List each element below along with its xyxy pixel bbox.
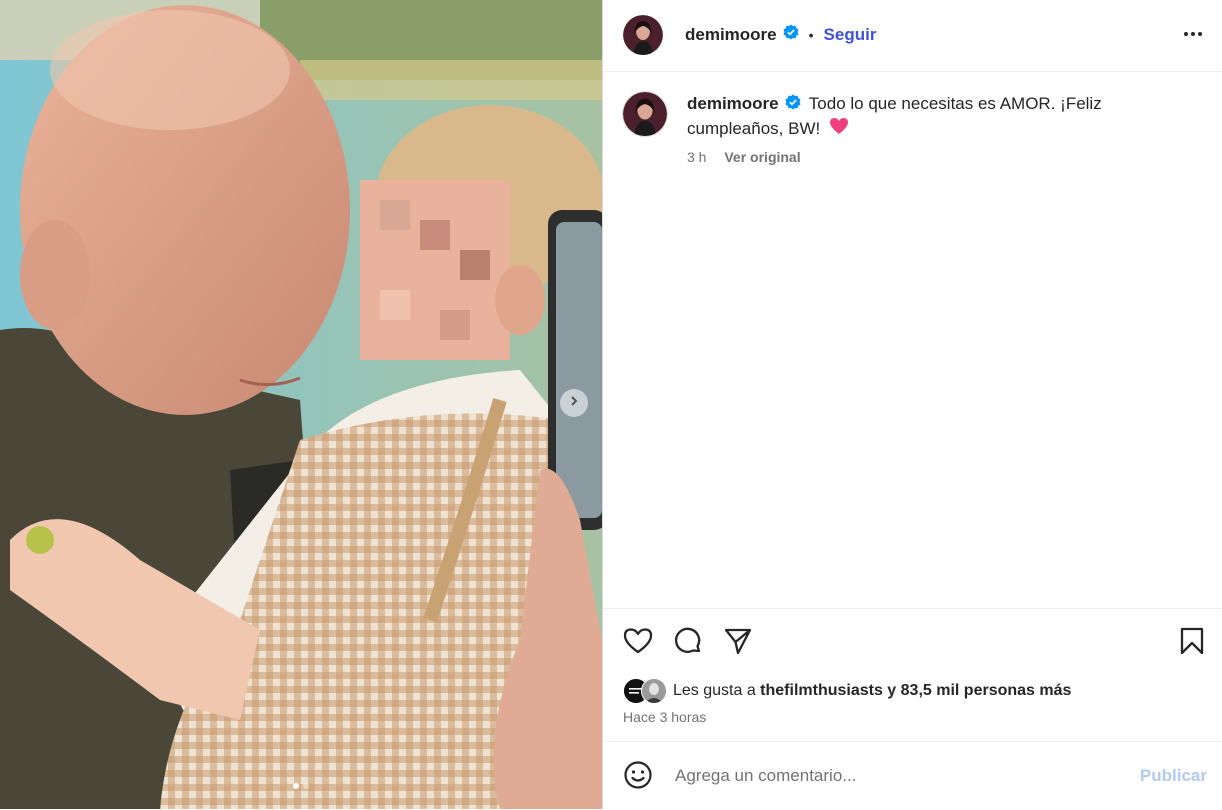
post-actions-section: Les gusta a thefilmthusiasts y 83,5 mil … [603, 608, 1222, 809]
header-user-row: demimoore • Seguir [685, 24, 876, 45]
carousel-indicator [0, 783, 602, 789]
separator: • [808, 26, 814, 43]
comment-input[interactable] [673, 760, 1117, 792]
carousel-dot [293, 783, 299, 789]
avatar[interactable] [623, 15, 663, 55]
post-timestamp[interactable]: Hace 3 horas [623, 709, 706, 725]
follow-button[interactable]: Seguir [824, 25, 877, 45]
more-options-icon[interactable] [1183, 24, 1203, 49]
likes-prefix: Les gusta a [673, 682, 761, 699]
caption-avatar[interactable] [623, 92, 667, 136]
photo-image [0, 0, 602, 809]
comment-composer: Publicar [603, 741, 1222, 810]
see-original-link[interactable]: Ver original [724, 149, 800, 165]
post-age: 3 h [687, 149, 707, 165]
liker-avatars[interactable] [623, 678, 667, 704]
chevron-right-icon [568, 394, 580, 412]
username-link[interactable]: demimoore [685, 25, 777, 45]
bookmark-icon[interactable] [1179, 627, 1205, 660]
post-dialog: demimoore • Seguir demimoore Todo lo que… [0, 0, 1222, 809]
caption-username[interactable]: demimoore [687, 94, 779, 113]
likes-count[interactable]: y 83,5 mil personas más [883, 682, 1071, 699]
publish-button[interactable]: Publicar [1140, 766, 1207, 786]
likes-summary: Les gusta a thefilmthusiasts y 83,5 mil … [623, 678, 1071, 704]
send-icon[interactable] [723, 627, 753, 660]
heart-emoji-icon [829, 117, 849, 142]
post-details-panel: demimoore • Seguir demimoore Todo lo que… [602, 0, 1222, 809]
post-photo[interactable] [0, 0, 602, 809]
likes-text: Les gusta a thefilmthusiasts y 83,5 mil … [673, 682, 1071, 700]
post-header: demimoore • Seguir [603, 0, 1222, 72]
caption-text-block: demimoore Todo lo que necesitas es AMOR.… [687, 92, 1167, 142]
liker-username[interactable]: thefilmthusiasts [760, 682, 883, 699]
liker-avatar [641, 678, 667, 704]
heart-icon[interactable] [623, 627, 653, 660]
carousel-dot [303, 783, 309, 789]
emoji-icon[interactable] [623, 760, 653, 795]
comment-icon[interactable] [673, 627, 703, 660]
verified-badge-icon [783, 24, 799, 45]
carousel-next-button[interactable] [560, 389, 588, 417]
verified-badge-icon [785, 93, 801, 117]
caption-meta: 3 h Ver original [687, 149, 801, 165]
